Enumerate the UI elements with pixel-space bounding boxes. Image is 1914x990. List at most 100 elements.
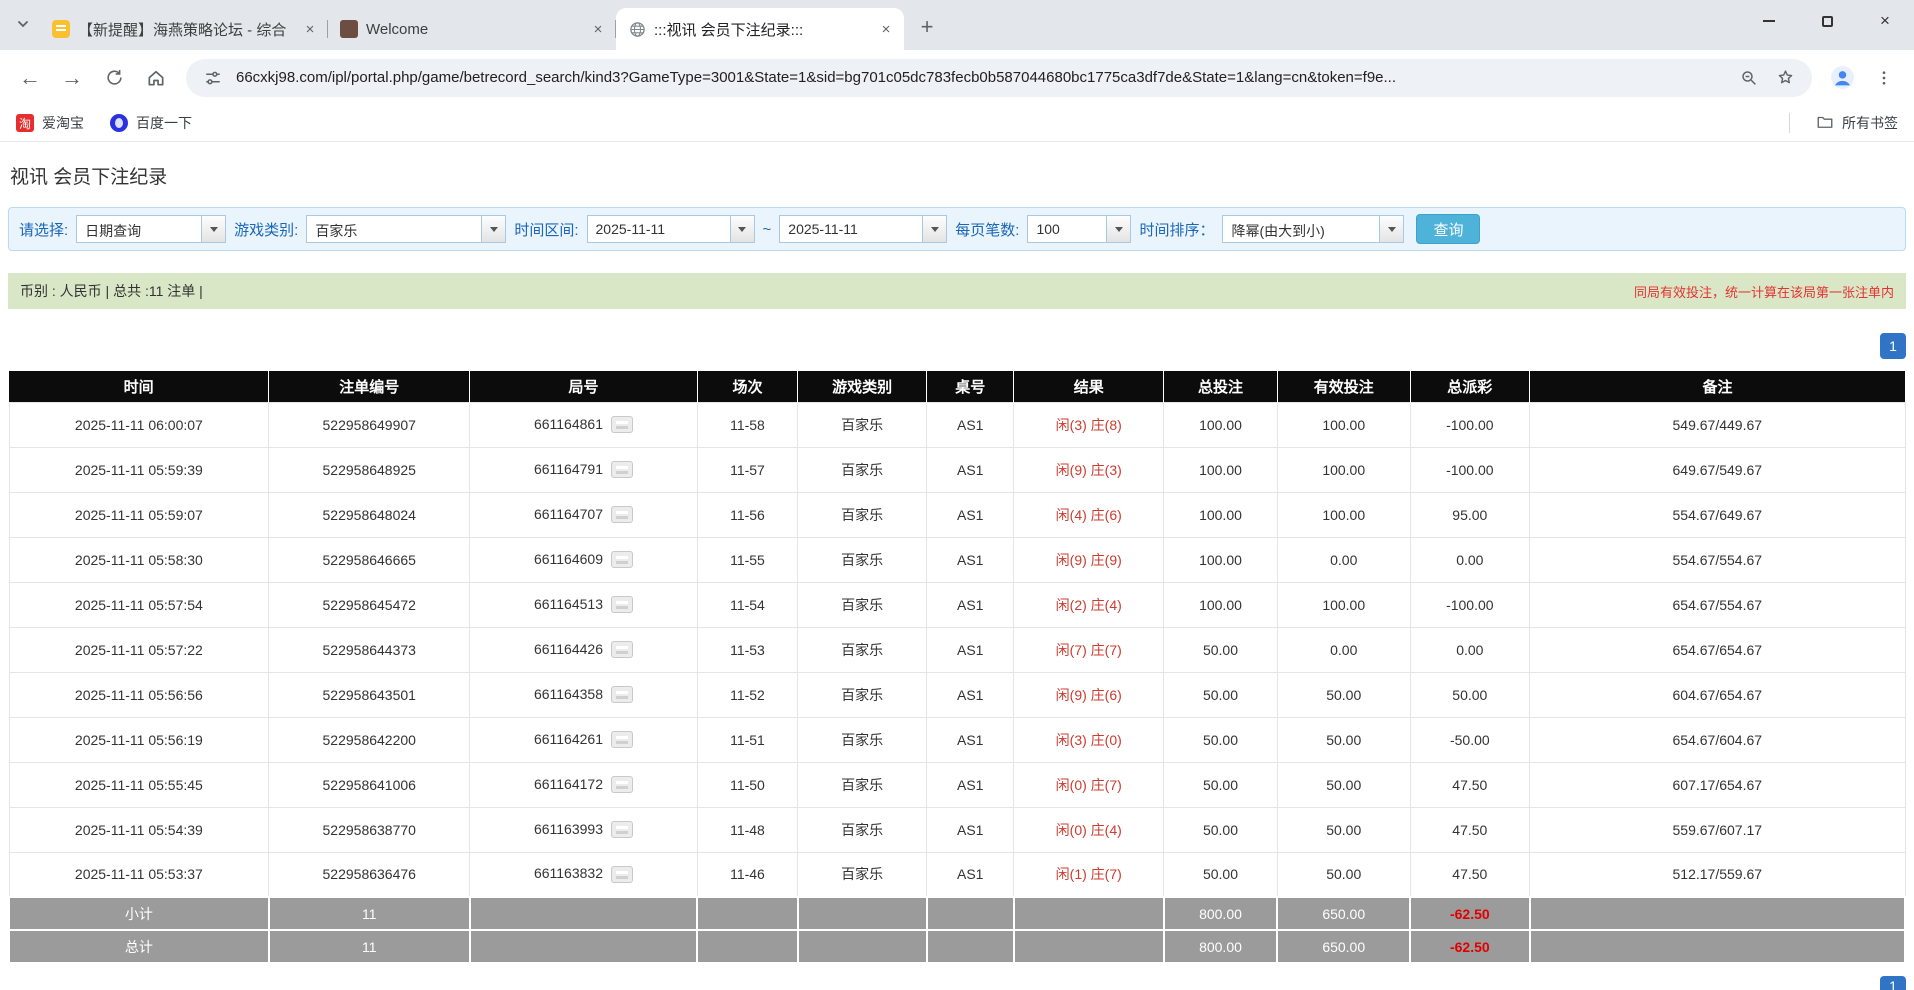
cell-remark: 554.67/554.67 (1529, 536, 1906, 583)
page-1-button-bottom[interactable]: 1 (1880, 976, 1906, 990)
round-detail-icon[interactable] (611, 416, 633, 434)
profile-avatar[interactable] (1824, 60, 1860, 96)
tab-close-icon[interactable]: × (876, 19, 896, 39)
cell-bet-id: 522958641006 (268, 761, 471, 808)
close-button[interactable]: × (1856, 0, 1914, 42)
round-detail-icon[interactable] (611, 506, 633, 524)
all-bookmarks-button[interactable]: 所有书签 (1816, 113, 1898, 134)
home-button[interactable] (138, 60, 174, 96)
cell-total-bet[interactable]: 100.00 (1163, 446, 1278, 493)
chevron-down-icon[interactable] (1379, 216, 1404, 242)
result-player: 闲(1) (1055, 866, 1087, 883)
round-detail-icon[interactable] (611, 641, 633, 659)
page-1-button[interactable]: 1 (1880, 333, 1906, 359)
chevron-down-icon[interactable] (922, 216, 947, 242)
cell-result: 闲(9) 庄(6) (1013, 671, 1165, 718)
table-row: 2025-11-11 05:57:22 522958644373 661164426… (8, 626, 1906, 673)
per-page-select[interactable]: 100 (1027, 215, 1132, 243)
round-detail-icon[interactable] (611, 821, 633, 839)
bookmark-taobao[interactable]: 淘 爱淘宝 (16, 113, 84, 133)
chevron-down-icon[interactable] (201, 216, 226, 242)
round-detail-icon[interactable] (611, 686, 633, 704)
round-detail-icon[interactable] (611, 731, 633, 749)
minimize-button[interactable] (1740, 0, 1798, 42)
cell-table-no: AS1 (926, 491, 1015, 538)
cell-valid-bet: 100.00 (1276, 491, 1411, 538)
bookmark-baidu[interactable]: 百度一下 (110, 113, 192, 133)
column-header: 有效投注 (1277, 371, 1411, 402)
result-banker: 庄(4) (1090, 821, 1122, 838)
round-detail-icon[interactable] (611, 596, 633, 614)
url-text[interactable]: 66cxkj98.com/ipl/portal.php/game/betreco… (236, 69, 1726, 86)
maximize-button[interactable] (1798, 0, 1856, 42)
search-button[interactable]: 查询 (1416, 214, 1481, 244)
cell-total-bet[interactable]: 50.00 (1163, 671, 1278, 718)
cell-total-bet[interactable]: 50.00 (1163, 716, 1278, 763)
cell-bet-id: 522958642200 (268, 716, 471, 763)
cell-round-id: 661164358 (469, 671, 698, 718)
round-detail-icon[interactable] (611, 866, 633, 884)
back-button[interactable]: ← (12, 60, 48, 96)
cell-round-id: 661164609 (469, 536, 698, 583)
chevron-down-icon[interactable] (481, 216, 506, 242)
empty-cell (1012, 929, 1165, 964)
browser-menu-button[interactable] (1866, 60, 1902, 96)
cell-game-type: 百家乐 (797, 761, 928, 808)
cell-table-no: AS1 (926, 806, 1015, 853)
cell-total-bet[interactable]: 50.00 (1163, 626, 1278, 673)
address-bar[interactable]: 66cxkj98.com/ipl/portal.php/game/betreco… (186, 58, 1812, 97)
reload-button[interactable] (96, 60, 132, 96)
cell-total-bet[interactable]: 100.00 (1163, 581, 1278, 628)
filter-bar: 请选择: 日期查询 游戏类别: 百家乐 时间区间: 2025-11-11 ~ 2… (8, 207, 1906, 251)
cell-payout: 50.00 (1409, 671, 1531, 718)
cell-result: 闲(0) 庄(7) (1013, 761, 1165, 808)
cell-total-bet[interactable]: 100.00 (1163, 491, 1278, 538)
cell-round-id: 661164261 (469, 716, 698, 763)
cell-bet-id: 522958649907 (268, 401, 471, 448)
reload-icon (106, 69, 122, 85)
cell-time: 2025-11-11 05:58:30 (8, 536, 270, 583)
cell-total-bet[interactable]: 50.00 (1163, 806, 1278, 853)
zoom-icon[interactable] (1736, 65, 1762, 91)
cell-table-no: AS1 (926, 671, 1015, 718)
query-mode-select[interactable]: 日期查询 (76, 215, 227, 243)
date-to-select[interactable]: 2025-11-11 (779, 215, 948, 243)
tab-forum[interactable]: 【新提醒】海燕策略论坛 - 综合 × (40, 8, 328, 50)
home-icon (148, 70, 164, 85)
round-detail-icon[interactable] (611, 551, 633, 569)
chevron-down-icon[interactable] (1106, 216, 1131, 242)
forward-button[interactable]: → (54, 60, 90, 96)
cell-session: 11-48 (696, 806, 799, 853)
sort-select[interactable]: 降幂(由大到小) (1222, 215, 1405, 243)
sort-value: 降幂(由大到小) (1231, 223, 1325, 239)
cell-valid-bet: 50.00 (1276, 761, 1411, 808)
grand-total-payout: -62.50 (1409, 929, 1531, 964)
cell-total-bet[interactable]: 100.00 (1163, 536, 1278, 583)
result-banker: 庄(3) (1090, 461, 1122, 478)
cell-total-bet[interactable]: 50.00 (1163, 761, 1278, 808)
tab-bet-record[interactable]: :::视讯 会员下注纪录::: × (616, 8, 904, 50)
cell-bet-id: 522958646665 (268, 536, 471, 583)
new-tab-button[interactable]: + (912, 12, 942, 42)
tab-close-icon[interactable]: × (588, 19, 608, 39)
round-detail-icon[interactable] (611, 461, 633, 479)
empty-cell (1528, 929, 1907, 964)
taobao-icon: 淘 (16, 114, 34, 132)
round-detail-icon[interactable] (611, 776, 633, 794)
bookmark-star-icon[interactable] (1772, 65, 1798, 91)
chevron-down-icon[interactable] (729, 216, 754, 242)
site-settings-icon[interactable] (200, 65, 226, 91)
cell-total-bet[interactable]: 50.00 (1163, 851, 1278, 898)
tab-close-icon[interactable]: × (300, 19, 320, 39)
cell-time: 2025-11-11 05:55:45 (8, 761, 270, 808)
cell-game-type: 百家乐 (797, 491, 928, 538)
cell-game-type: 百家乐 (797, 626, 928, 673)
game-type-select[interactable]: 百家乐 (306, 215, 507, 243)
date-from-select[interactable]: 2025-11-11 (586, 215, 755, 243)
cell-table-no: AS1 (926, 401, 1015, 448)
tab-search-button[interactable] (8, 11, 38, 41)
result-banker: 庄(8) (1090, 416, 1122, 433)
tab-welcome[interactable]: Welcome × (328, 8, 616, 50)
cell-payout: -50.00 (1409, 716, 1531, 763)
cell-total-bet[interactable]: 100.00 (1163, 401, 1278, 448)
